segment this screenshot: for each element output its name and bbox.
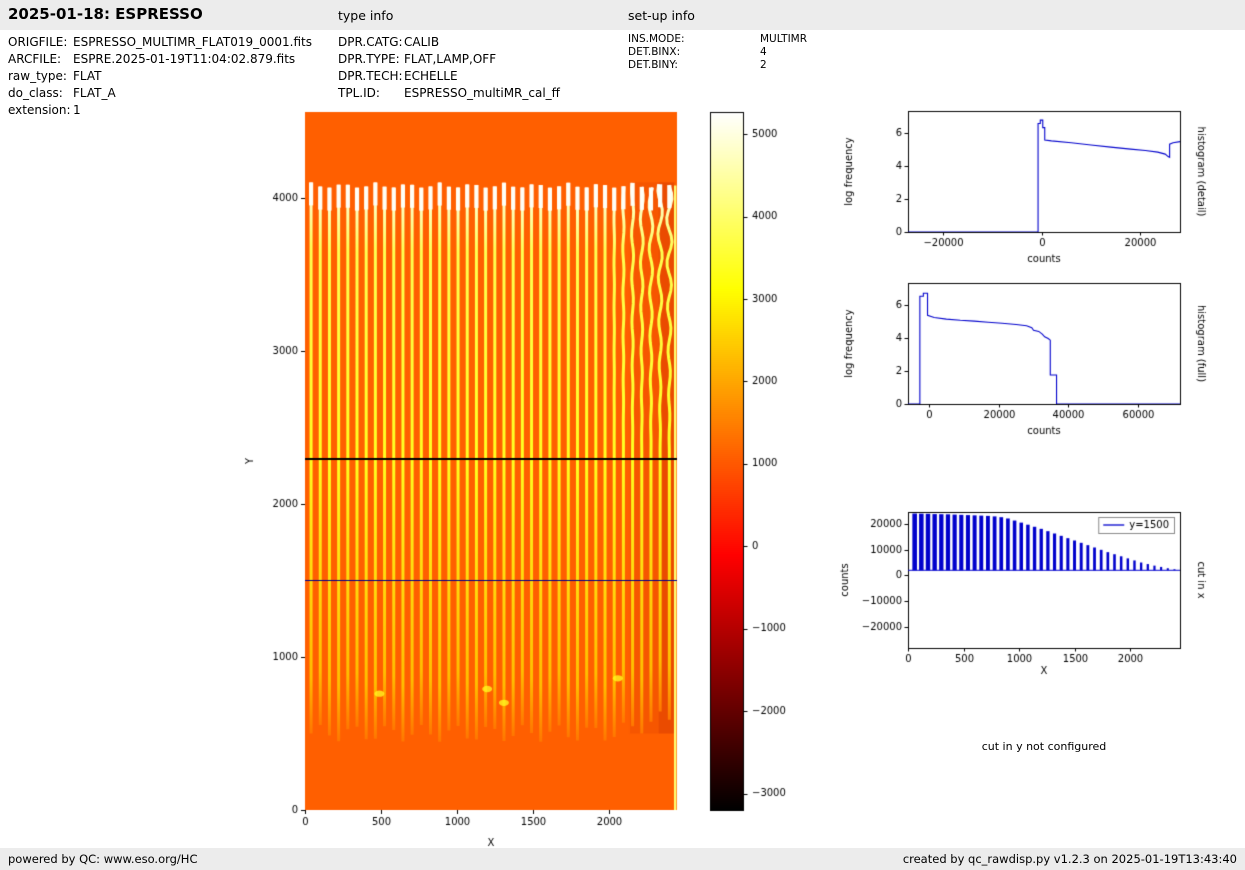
ins-mode-row: INS.MODE: MULTIMR [628, 33, 807, 46]
extension-value: 1 [73, 103, 81, 117]
setup-info-block: INS.MODE: MULTIMR DET.BINX: 4 DET.BINY: … [628, 33, 807, 72]
det-binx-row: DET.BINX: 4 [628, 46, 807, 59]
origfile-label: ORIGFILE: [8, 35, 68, 49]
dpr-catg-value: CALIB [404, 35, 440, 49]
dpr-type-row: DPR.TYPE: FLAT,LAMP,OFF [338, 51, 560, 68]
extension-label: extension: [8, 103, 71, 117]
do-class-label: do_class: [8, 86, 63, 100]
det-binx-value: 4 [760, 46, 767, 58]
histogram-detail-plot [830, 98, 1220, 278]
det-biny-row: DET.BINY: 2 [628, 59, 807, 72]
arcfile-value: ESPRE.2025-01-19T11:04:02.879.fits [73, 52, 296, 66]
dpr-catg-label: DPR.CATG: [338, 35, 403, 49]
cut-in-x-plot [830, 498, 1220, 693]
footer-left: powered by QC: www.eso.org/HC [8, 852, 198, 866]
dpr-type-value: FLAT,LAMP,OFF [404, 52, 497, 66]
origfile-row: ORIGFILE: ESPRESSO_MULTIMR_FLAT019_0001.… [8, 34, 312, 51]
raw-type-label: raw_type: [8, 69, 67, 83]
det-biny-label: DET.BINY: [628, 59, 678, 71]
type-info-block: DPR.CATG: CALIB DPR.TYPE: FLAT,LAMP,OFF … [338, 34, 560, 102]
dpr-tech-label: DPR.TECH: [338, 69, 403, 83]
dpr-tech-value: ECHELLE [404, 69, 458, 83]
type-info-heading: type info [338, 8, 394, 23]
setup-info-heading: set-up info [628, 8, 695, 23]
cut-in-y-note: cut in y not configured [981, 740, 1107, 753]
page-title: 2025-01-18: ESPRESSO [8, 5, 203, 23]
raw-type-value: FLAT [73, 69, 102, 83]
raw-image-heatmap [235, 100, 695, 850]
dpr-tech-row: DPR.TECH: ECHELLE [338, 68, 560, 85]
footer-right: created by qc_rawdisp.py v1.2.3 on 2025-… [902, 852, 1237, 866]
histogram-full-plot [830, 270, 1220, 450]
det-biny-value: 2 [760, 59, 767, 71]
det-binx-label: DET.BINX: [628, 46, 681, 58]
header-bar: 2025-01-18: ESPRESSO type info set-up in… [0, 0, 1245, 30]
ins-mode-value: MULTIMR [760, 33, 808, 45]
ins-mode-label: INS.MODE: [628, 33, 685, 45]
origfile-value: ESPRESSO_MULTIMR_FLAT019_0001.fits [73, 35, 313, 49]
dpr-catg-row: DPR.CATG: CALIB [338, 34, 560, 51]
arcfile-label: ARCFILE: [8, 52, 62, 66]
arcfile-row: ARCFILE: ESPRE.2025-01-19T11:04:02.879.f… [8, 51, 312, 68]
footer-bar: powered by QC: www.eso.org/HC created by… [0, 848, 1245, 870]
colorbar [700, 100, 820, 850]
dpr-type-label: DPR.TYPE: [338, 52, 400, 66]
do-class-value: FLAT_A [73, 86, 116, 100]
raw-type-row: raw_type: FLAT [8, 68, 312, 85]
